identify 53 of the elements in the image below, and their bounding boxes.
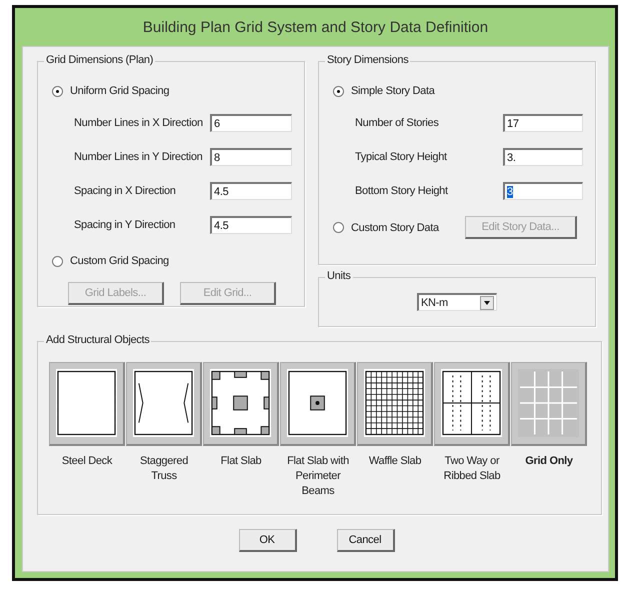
radio-label: Custom Story Data — [351, 222, 439, 234]
input-field[interactable]: 17 — [503, 114, 583, 132]
window-title: Building Plan Grid System and Story Data Definition — [142, 18, 490, 38]
template-label: Waffle Slab — [368, 454, 422, 469]
template-tile[interactable] — [49, 362, 125, 446]
field-label: Number Lines in Y Direction — [74, 151, 204, 163]
radio-label: Uniform Grid Spacing — [70, 85, 170, 97]
dropdown-value: KN-m — [421, 296, 448, 308]
field-label: Spacing in Y Direction — [74, 219, 176, 231]
template-tile[interactable] — [434, 362, 510, 446]
template-tile[interactable] — [126, 362, 202, 446]
template-tile[interactable] — [357, 362, 433, 446]
group-title: Grid Dimensions (Plan) — [44, 54, 156, 66]
radio-label: Simple Story Data — [351, 85, 435, 97]
radio-label: Custom Grid Spacing — [70, 255, 169, 267]
floor-plan-icon — [56, 369, 117, 437]
floor-plan-icon — [287, 369, 348, 437]
template-label: Two Way or Ribbed Slab — [442, 454, 502, 484]
floor-plan-icon — [364, 369, 425, 437]
floor-plan-icon — [133, 369, 194, 437]
input-field[interactable]: 3 — [503, 182, 583, 200]
template-tile[interactable] — [280, 362, 356, 446]
group-title: Story Dimensions — [325, 54, 410, 66]
field-label: Number of Stories — [355, 117, 440, 129]
caret-icon — [480, 296, 494, 310]
input-field[interactable]: 4.5 — [210, 182, 292, 200]
field-label: Number Lines in X Direction — [74, 117, 204, 129]
input-field[interactable]: 3. — [503, 148, 583, 166]
input-field[interactable]: 8 — [210, 148, 292, 166]
grid-icon — [518, 369, 579, 437]
dialog-button[interactable]: OK — [238, 529, 296, 552]
floor-plan-icon — [441, 369, 502, 437]
template-tile[interactable] — [511, 362, 587, 446]
template-tile[interactable] — [203, 362, 279, 446]
field-label: Spacing in X Direction — [74, 185, 177, 197]
field-label: Bottom Story Height — [355, 185, 449, 197]
input-field[interactable]: 4.5 — [210, 216, 292, 234]
template-label: Grid Only — [524, 454, 574, 469]
radio-button[interactable] — [333, 86, 344, 96]
dialog-button[interactable]: Cancel — [336, 529, 394, 552]
template-label: Flat Slab — [220, 454, 262, 469]
units-dropdown[interactable]: KN-m — [417, 293, 497, 311]
input-field[interactable]: 6 — [210, 114, 292, 132]
template-label: Steel Deck — [60, 454, 114, 469]
radio-button[interactable] — [52, 86, 63, 96]
floor-plan-icon — [210, 369, 271, 437]
template-label: Flat Slab with Perimeter Beams — [286, 454, 350, 499]
group-title: Add Structural Objects — [44, 334, 152, 346]
radio-button[interactable] — [52, 256, 63, 266]
template-label: Staggered Truss — [138, 454, 190, 484]
field-label: Typical Story Height — [355, 151, 448, 163]
radio-button[interactable] — [333, 222, 344, 233]
group-title: Units — [325, 270, 353, 282]
